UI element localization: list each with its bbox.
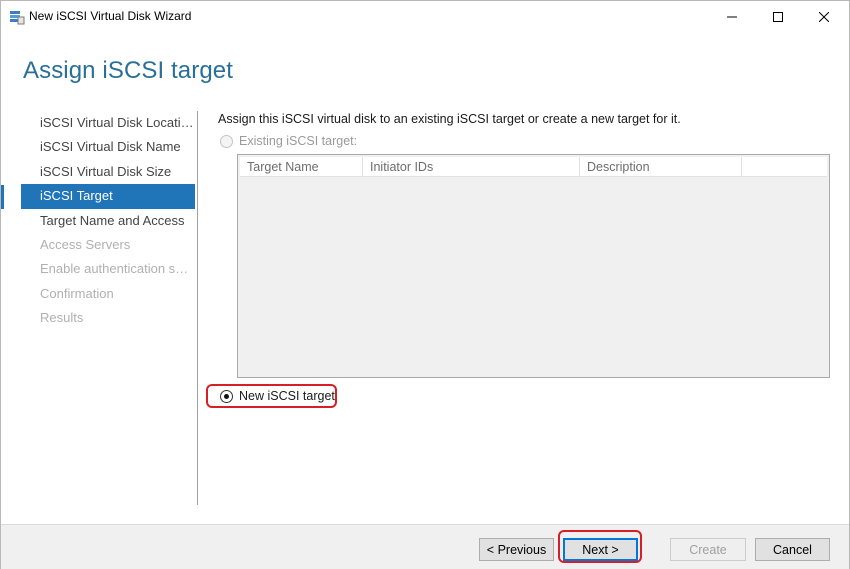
new-target-label[interactable]: New iSCSI target [239, 389, 335, 403]
minimize-button[interactable] [709, 1, 755, 33]
existing-target-label: Existing iSCSI target: [239, 134, 358, 148]
wizard-steps-nav: iSCSI Virtual Disk Location iSCSI Virtua… [1, 111, 195, 331]
nav-step-enable-authentication: Enable authentication ser... [40, 261, 195, 277]
nav-step-confirmation: Confirmation [40, 285, 114, 301]
nav-step-iscsi-target[interactable]: iSCSI Target [21, 184, 195, 209]
close-icon [819, 12, 829, 22]
nav-step-virtual-disk-size[interactable]: iSCSI Virtual Disk Size [21, 160, 195, 184]
new-target-radio[interactable] [220, 389, 233, 403]
minimize-icon [727, 16, 737, 18]
column-header-target-name[interactable]: Target Name [240, 157, 363, 177]
maximize-button[interactable] [755, 1, 801, 33]
nav-divider [197, 111, 198, 505]
cancel-button[interactable]: Cancel [755, 538, 830, 561]
title-bar: New iSCSI Virtual Disk Wizard [1, 1, 849, 33]
previous-button[interactable]: < Previous [479, 538, 554, 561]
window-title: New iSCSI Virtual Disk Wizard [29, 9, 192, 23]
nav-step-virtual-disk-name[interactable]: iSCSI Virtual Disk Name [21, 135, 195, 159]
existing-targets-table: Target Name Initiator IDs Description [237, 154, 830, 378]
new-target-option[interactable]: New iSCSI target [206, 384, 337, 408]
nav-step-virtual-disk-location[interactable]: iSCSI Virtual Disk Location [21, 111, 195, 135]
wizard-window: New iSCSI Virtual Disk Wizard Assign iSC… [0, 0, 850, 569]
table-header: Target Name Initiator IDs Description [240, 157, 827, 177]
create-button: Create [670, 538, 746, 561]
close-button[interactable] [801, 1, 847, 33]
selected-step-marker [1, 185, 4, 209]
column-header-filler [742, 157, 827, 177]
nav-step-target-name-access[interactable]: Target Name and Access [21, 209, 195, 233]
wizard-footer: < Previous Next > Create Cancel [1, 524, 849, 569]
maximize-icon [773, 12, 783, 22]
column-header-initiator-ids[interactable]: Initiator IDs [363, 157, 580, 177]
instructions-text: Assign this iSCSI virtual disk to an exi… [218, 112, 681, 126]
existing-target-radio [220, 134, 233, 148]
next-button-highlight [558, 530, 642, 563]
existing-target-option: Existing iSCSI target: [220, 134, 357, 148]
nav-step-results: Results [40, 310, 84, 326]
nav-step-access-servers: Access Servers [40, 236, 131, 252]
column-header-description[interactable]: Description [580, 157, 742, 177]
page-title: Assign iSCSI target [23, 57, 233, 84]
server-manager-icon [9, 9, 25, 25]
